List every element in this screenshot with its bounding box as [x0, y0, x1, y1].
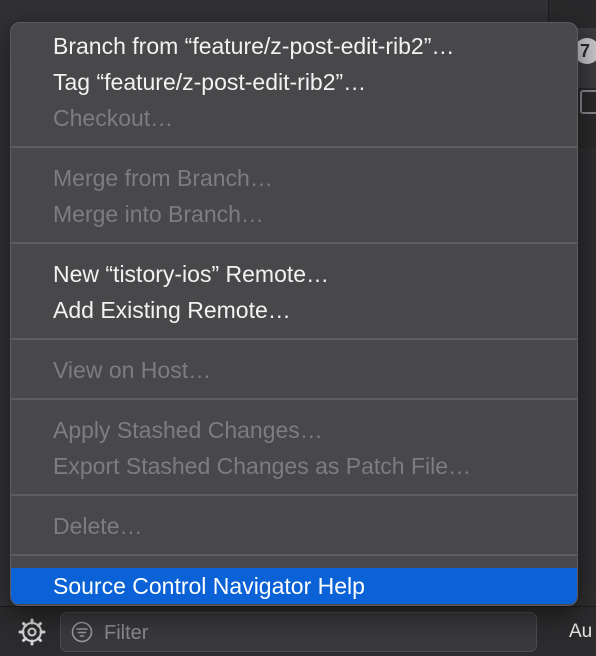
menu-item-add-existing-remote[interactable]: Add Existing Remote…: [11, 292, 577, 328]
menu-item-view-on-host[interactable]: View on Host…: [11, 352, 577, 388]
xcode-window: 7 Filter Au Branch from “feature/z-post-…: [0, 0, 596, 656]
menu-item-source-control-help[interactable]: Source Control Navigator Help: [11, 568, 577, 604]
menu-item-tag[interactable]: Tag “feature/z-post-edit-rib2”…: [11, 64, 577, 100]
source-control-context-menu: Branch from “feature/z-post-edit-rib2”… …: [10, 22, 578, 606]
menu-item-merge-from-branch[interactable]: Merge from Branch…: [11, 160, 577, 196]
menu-separator: [11, 554, 577, 556]
menu-separator: [11, 242, 577, 244]
editor-label: Au: [569, 621, 593, 642]
menu-separator: [11, 338, 577, 340]
menu-item-merge-into-branch[interactable]: Merge into Branch…: [11, 196, 577, 232]
filter-input[interactable]: Filter: [60, 612, 537, 652]
filter-placeholder: Filter: [104, 622, 149, 644]
gear-icon[interactable]: [18, 618, 46, 646]
menu-separator: [11, 398, 577, 400]
menu-item-branch-from[interactable]: Branch from “feature/z-post-edit-rib2”…: [11, 28, 577, 64]
menu-item-delete[interactable]: Delete…: [11, 508, 577, 544]
checkbox-icon: [580, 90, 596, 114]
menu-item-checkout[interactable]: Checkout…: [11, 100, 577, 136]
menu-separator: [11, 146, 577, 148]
menu-separator: [11, 494, 577, 496]
filter-icon: [71, 621, 93, 643]
menu-item-new-remote[interactable]: New “tistory-ios” Remote…: [11, 256, 577, 292]
menu-item-export-stashed-changes[interactable]: Export Stashed Changes as Patch File…: [11, 448, 577, 484]
menu-item-apply-stashed-changes[interactable]: Apply Stashed Changes…: [11, 412, 577, 448]
